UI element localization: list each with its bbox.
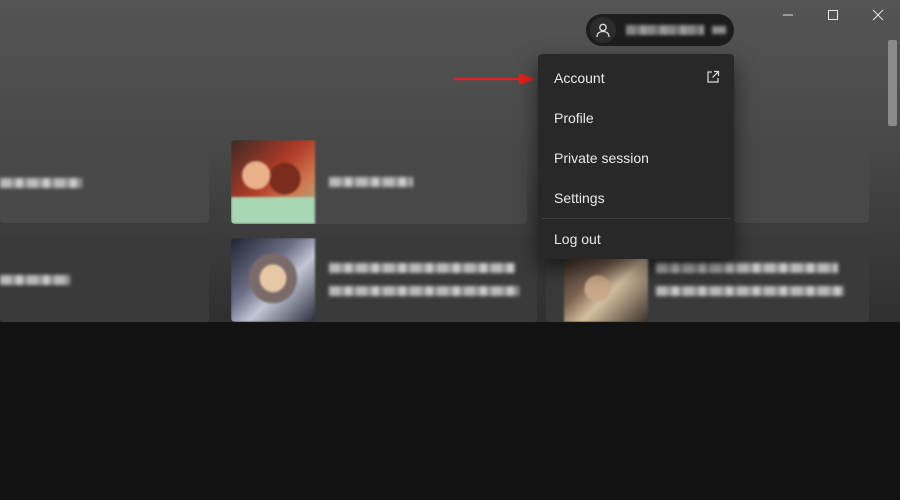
shortcut-card[interactable] xyxy=(0,238,209,322)
card-subtitle-obscured xyxy=(656,286,844,296)
card-title-obscured xyxy=(656,263,838,273)
scrollbar-thumb[interactable] xyxy=(888,40,897,126)
user-icon xyxy=(590,17,616,43)
user-menu-button[interactable] xyxy=(586,14,734,46)
external-link-icon xyxy=(706,70,720,87)
close-button[interactable] xyxy=(855,0,900,30)
menu-item-settings[interactable]: Settings xyxy=(542,178,730,218)
card-title-obscured xyxy=(0,275,70,285)
menu-item-label: Log out xyxy=(554,231,601,247)
shortcut-card[interactable] xyxy=(734,143,869,223)
card-title-obscured xyxy=(329,177,413,187)
shortcut-card[interactable] xyxy=(231,238,537,322)
close-icon xyxy=(872,9,883,21)
card-artwork xyxy=(231,140,315,224)
menu-item-private-session[interactable]: Private session xyxy=(542,138,730,178)
card-title-obscured xyxy=(329,263,515,273)
shortcut-card[interactable] xyxy=(231,140,527,224)
maximize-button[interactable] xyxy=(810,0,855,30)
chevron-down-icon xyxy=(712,26,726,34)
menu-item-profile[interactable]: Profile xyxy=(542,98,730,138)
spotify-window: Account Profile Private session Settings… xyxy=(0,0,900,500)
shortcut-card[interactable] xyxy=(0,143,209,223)
maximize-icon xyxy=(827,10,838,20)
minimize-icon xyxy=(782,14,793,16)
menu-item-label: Account xyxy=(554,70,605,86)
menu-item-label: Profile xyxy=(554,110,594,126)
username-obscured xyxy=(626,25,704,35)
window-controls xyxy=(765,0,900,30)
menu-item-label: Private session xyxy=(554,150,649,166)
card-subtitle-obscured xyxy=(329,286,519,296)
card-artwork xyxy=(231,238,315,322)
card-title-obscured xyxy=(0,178,82,188)
menu-item-account[interactable]: Account xyxy=(542,58,730,98)
menu-item-label: Settings xyxy=(554,190,605,206)
menu-item-log-out[interactable]: Log out xyxy=(542,219,730,259)
minimize-button[interactable] xyxy=(765,0,810,30)
annotation-arrow xyxy=(454,73,536,85)
content-background xyxy=(0,322,900,500)
user-dropdown-menu: Account Profile Private session Settings… xyxy=(538,54,734,259)
